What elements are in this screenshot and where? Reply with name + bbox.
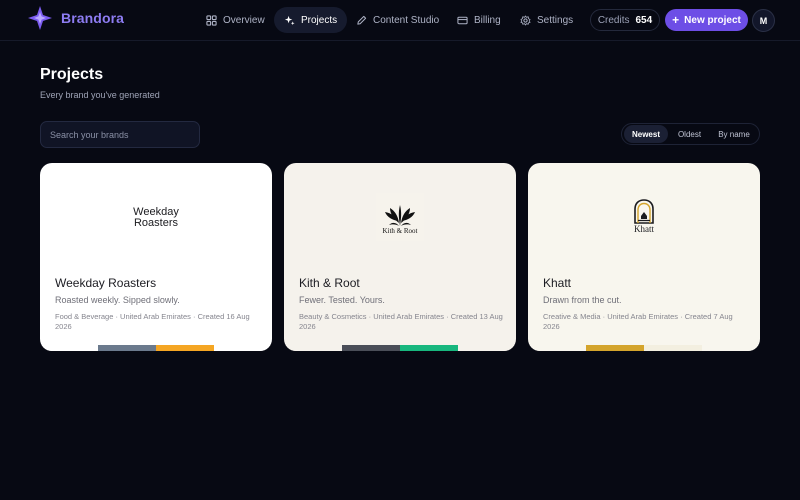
- palette-swatch: [458, 345, 516, 351]
- logo-wordmark: Kith & Root: [382, 227, 418, 235]
- project-meta: Creative & Media · United Arab Emirates …: [543, 312, 733, 331]
- nav-billing-label: Billing: [474, 14, 501, 26]
- logo-wordmark-line-1: Weekday: [133, 206, 179, 218]
- nav-content-studio-label: Content Studio: [373, 14, 440, 26]
- project-tagline: Roasted weekly. Sipped slowly.: [55, 295, 180, 305]
- logo-wordmark-line-2: Roasters: [133, 217, 179, 229]
- nav-overview-label: Overview: [223, 14, 265, 26]
- logo-wordmark: Khatt: [634, 224, 654, 234]
- project-meta: Food & Beverage · United Arab Emirates ·…: [55, 312, 250, 331]
- palette-swatch: [342, 345, 400, 351]
- project-meta: Beauty & Cosmetics · United Arab Emirate…: [299, 312, 503, 331]
- plus-icon: +: [672, 13, 680, 27]
- card-icon: [457, 16, 468, 24]
- project-card-weekday-roasters[interactable]: Weekday Roasters Weekday Roasters Roaste…: [40, 163, 272, 351]
- project-tagline: Drawn from the cut.: [543, 295, 622, 305]
- palette-swatch: [528, 345, 586, 351]
- sparkle-icon: [284, 15, 295, 25]
- palette-swatch: [98, 345, 156, 351]
- project-card-kith-root[interactable]: Kith & Root Kith & Root Fewer. Tested. Y…: [284, 163, 516, 351]
- project-card-khatt[interactable]: Khatt Khatt Drawn from the cut. Creative…: [528, 163, 760, 351]
- leaf-crown-icon: [385, 205, 415, 226]
- brand-logo[interactable]: Brandora: [27, 5, 124, 31]
- credits-label: Credits: [597, 14, 630, 26]
- credits-badge[interactable]: Credits 654: [590, 9, 660, 31]
- gear-icon: [520, 15, 531, 25]
- palette-swatch: [214, 345, 272, 351]
- color-palette-strip: [40, 345, 272, 351]
- project-name: Khatt: [543, 276, 572, 290]
- page-title: Projects: [40, 66, 104, 83]
- brand-name: Brandora: [61, 10, 125, 26]
- project-logo-area: Kith & Root: [284, 163, 516, 273]
- project-logo-area: Weekday Roasters: [40, 163, 272, 273]
- sort-newest[interactable]: Newest: [624, 125, 668, 143]
- project-name: Weekday Roasters: [55, 276, 157, 290]
- palette-swatch: [702, 345, 760, 351]
- user-avatar[interactable]: M: [752, 9, 775, 32]
- kith-root-logo: Kith & Root: [376, 193, 424, 241]
- page-subtitle: Every brand you've generated: [40, 90, 160, 100]
- project-tagline: Fewer. Tested. Yours.: [299, 295, 385, 305]
- palette-swatch: [284, 345, 342, 351]
- sort-by-name[interactable]: By name: [711, 125, 757, 143]
- palette-swatch: [400, 345, 458, 351]
- pen-icon: [357, 15, 367, 25]
- new-project-button[interactable]: + New project: [665, 9, 748, 31]
- star-logo-icon: [28, 6, 52, 30]
- nav-projects[interactable]: Projects: [274, 7, 348, 33]
- color-palette-strip: [528, 345, 760, 351]
- sort-toggle: Newest Oldest By name: [621, 123, 760, 145]
- top-nav: Brandora Overview Projects Content Studi…: [0, 0, 800, 41]
- palette-swatch: [156, 345, 214, 351]
- sort-oldest[interactable]: Oldest: [668, 125, 711, 143]
- nav-overview[interactable]: Overview: [196, 7, 275, 33]
- nav-projects-label: Projects: [301, 14, 338, 26]
- search-input[interactable]: [40, 121, 200, 148]
- new-project-label: New project: [684, 14, 741, 26]
- nav-settings-label: Settings: [537, 14, 574, 26]
- nav-billing[interactable]: Billing: [447, 7, 511, 33]
- palette-swatch: [40, 345, 98, 351]
- project-logo-area: Khatt: [528, 163, 760, 273]
- weekday-roasters-logo: Weekday Roasters: [40, 206, 272, 229]
- grid-icon: [206, 14, 217, 26]
- credits-value: 654: [635, 14, 653, 26]
- nav-content-studio[interactable]: Content Studio: [346, 7, 449, 33]
- khatt-logo: Khatt: [624, 198, 664, 240]
- arch-emblem-icon: [634, 199, 654, 224]
- color-palette-strip: [284, 345, 516, 351]
- palette-swatch: [644, 345, 702, 351]
- nav-settings[interactable]: Settings: [510, 7, 583, 33]
- palette-swatch: [586, 345, 644, 351]
- project-name: Kith & Root: [299, 276, 360, 290]
